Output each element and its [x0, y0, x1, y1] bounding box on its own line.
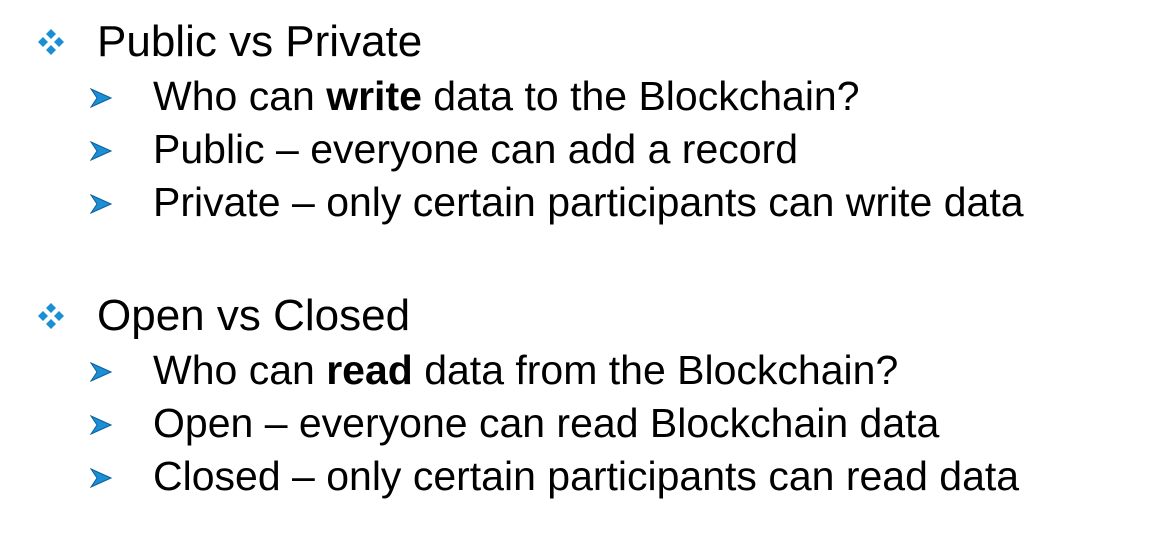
arrowhead-icon [90, 194, 112, 214]
bullet-text: Public – everyone can add a record [153, 126, 799, 172]
bullet-text: Who can read data from the Blockchain? [153, 344, 898, 397]
bullet-item: Open – everyone can read Blockchain data [0, 397, 1153, 450]
bullet-item: Private – only certain participants can … [0, 176, 1153, 229]
section-heading: Public vs Private [97, 17, 423, 66]
arrowhead-icon [90, 468, 112, 488]
four-diamond-icon [38, 29, 64, 55]
arrowhead-icon [90, 141, 112, 161]
bullet-text-post: data from the Blockchain? [412, 347, 899, 393]
bullet-text: Closed – only certain participants can r… [153, 453, 1020, 499]
section-heading-row: Public vs Private [0, 14, 1153, 70]
bullet-item: Who can write data to the Blockchain? [0, 70, 1153, 123]
four-diamond-icon [38, 303, 64, 329]
bullet-text: Open – everyone can read Blockchain data [153, 400, 940, 446]
section-heading: Open vs Closed [97, 291, 411, 340]
bullet-text-bold: write [326, 73, 422, 119]
bullet-text-post: data to the Blockchain? [421, 73, 860, 119]
bullet-item: Closed – only certain participants can r… [0, 450, 1153, 503]
bullet-text-pre: Who can [153, 347, 327, 393]
bullet-text-pre: Who can [153, 73, 327, 119]
bullet-item: Public – everyone can add a record [0, 123, 1153, 176]
section-public-private: Public vs Private Who can write data to … [0, 14, 1153, 229]
arrowhead-icon [90, 362, 112, 382]
bullet-text: Private – only certain participants can … [153, 179, 1024, 225]
bullet-item: Who can read data from the Blockchain? [0, 344, 1153, 397]
bullet-text-bold: read [326, 347, 413, 393]
bullet-text: Who can write data to the Blockchain? [153, 70, 860, 123]
arrowhead-icon [90, 415, 112, 435]
arrowhead-icon [90, 88, 112, 108]
section-open-closed: Open vs Closed Who can read data from th… [0, 288, 1153, 503]
section-heading-row: Open vs Closed [0, 288, 1153, 344]
